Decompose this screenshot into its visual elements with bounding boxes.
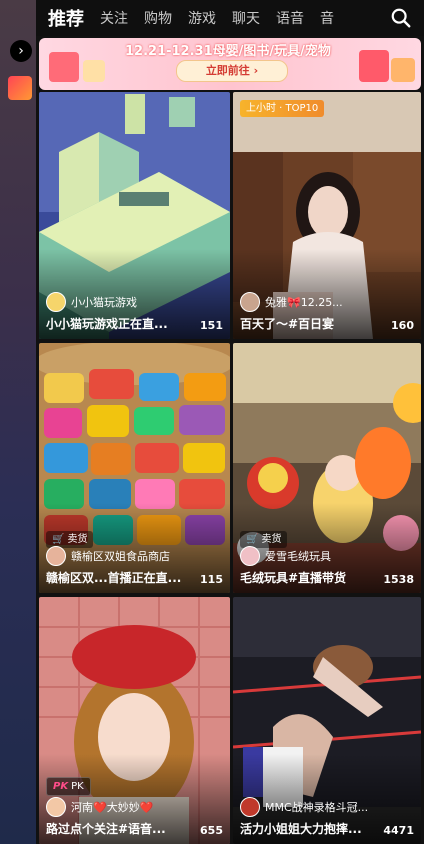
avatar <box>46 546 66 566</box>
viewer-count: 1538 <box>383 573 414 586</box>
card-author: 兔雅🎀12.25... <box>240 292 343 312</box>
author-name: 兔雅🎀12.25... <box>265 296 343 309</box>
live-card[interactable]: 小小猫玩游戏 小小猫玩游戏正在直... 151 <box>39 92 230 339</box>
banner-go-button[interactable]: 立即前往 › <box>176 60 288 82</box>
tab-game[interactable]: 游戏 <box>188 8 216 28</box>
search-icon[interactable] <box>390 7 412 29</box>
pk-icon: PK <box>53 781 69 792</box>
card-title: 毛绒玩具#直播带货 <box>240 571 347 585</box>
gift-box-icon <box>391 58 415 82</box>
viewer-count: 160 <box>391 319 414 332</box>
viewer-count: 115 <box>200 573 223 586</box>
gift-icon <box>8 76 32 100</box>
back-arrow-icon[interactable]: › <box>10 40 32 62</box>
tab-chat[interactable]: 聊天 <box>232 8 260 28</box>
tab-shopping[interactable]: 购物 <box>144 8 172 28</box>
gift-box-icon <box>83 60 105 82</box>
viewer-count: 4471 <box>383 824 414 837</box>
pk-badge: PK PK <box>46 777 91 796</box>
author-name: 爱雪毛绒玩具 <box>265 550 331 563</box>
card-author: 爱雪毛绒玩具 <box>240 546 331 566</box>
live-card[interactable]: 🛒 卖货 爱雪毛绒玩具 毛绒玩具#直播带货 1538 <box>233 343 421 593</box>
avatar <box>240 292 260 312</box>
avatar <box>46 797 66 817</box>
live-card[interactable]: MMC战神录格斗冠... 活力小姐姐大力抱摔... 4471 <box>233 597 421 844</box>
background-live-strip <box>0 0 36 844</box>
pk-badge-label: PK <box>71 781 84 792</box>
gift-box-icon <box>359 50 389 82</box>
sale-badge-label: 卖货 <box>67 534 88 545</box>
promo-banner[interactable]: 12.21-12.31母婴/图书/玩具/宠物 立即前往 › <box>39 38 421 90</box>
live-card[interactable]: 🛒 卖货 赣榆区双姐食品商店 赣榆区双...首播正在直... 115 <box>39 343 230 593</box>
card-title: 百天了～#百日宴 <box>240 317 335 331</box>
card-author: 赣榆区双姐食品商店 <box>46 546 170 566</box>
viewer-count: 151 <box>200 319 223 332</box>
card-author: 小小猫玩游戏 <box>46 292 137 312</box>
author-name: 赣榆区双姐食品商店 <box>71 550 170 563</box>
top10-badge: 上小时 · TOP10 <box>240 100 325 117</box>
avatar <box>240 546 260 566</box>
feed-panel: 推荐 关注 购物 游戏 聊天 语音 音 12.21-12.31母婴/图书/玩具/… <box>36 0 424 844</box>
live-card[interactable]: PK PK 河南❤️大妙妙❤️ 路过点个关注#语音... 655 <box>39 597 230 844</box>
card-title: 赣榆区双...首播正在直... <box>46 571 182 585</box>
gift-box-icon <box>49 52 79 82</box>
author-name: MMC战神录格斗冠... <box>265 801 369 814</box>
avatar <box>46 292 66 312</box>
card-title: 活力小姐姐大力抱摔... <box>240 822 362 836</box>
viewer-count: 655 <box>200 824 223 837</box>
live-card[interactable]: 上小时 · TOP10 兔雅🎀12.25... 百天了～#百日宴 160 <box>233 92 421 339</box>
sale-badge-label: 卖货 <box>261 534 282 545</box>
tab-follow[interactable]: 关注 <box>100 8 128 28</box>
author-name: 河南❤️大妙妙❤️ <box>71 801 154 814</box>
card-title: 小小猫玩游戏正在直... <box>46 317 168 331</box>
tab-music[interactable]: 音 <box>320 8 334 28</box>
cart-icon: 🛒 <box>246 534 259 545</box>
tab-recommend[interactable]: 推荐 <box>48 5 84 31</box>
category-tabs: 推荐 关注 购物 游戏 聊天 语音 音 <box>36 0 424 36</box>
author-name: 小小猫玩游戏 <box>71 296 137 309</box>
card-title: 路过点个关注#语音... <box>46 822 166 836</box>
avatar <box>240 797 260 817</box>
cart-icon: 🛒 <box>52 534 65 545</box>
card-author: MMC战神录格斗冠... <box>240 797 368 817</box>
tab-voice[interactable]: 语音 <box>276 8 304 28</box>
banner-title: 12.21-12.31母婴/图书/玩具/宠物 <box>125 44 331 59</box>
card-author: 河南❤️大妙妙❤️ <box>46 797 153 817</box>
